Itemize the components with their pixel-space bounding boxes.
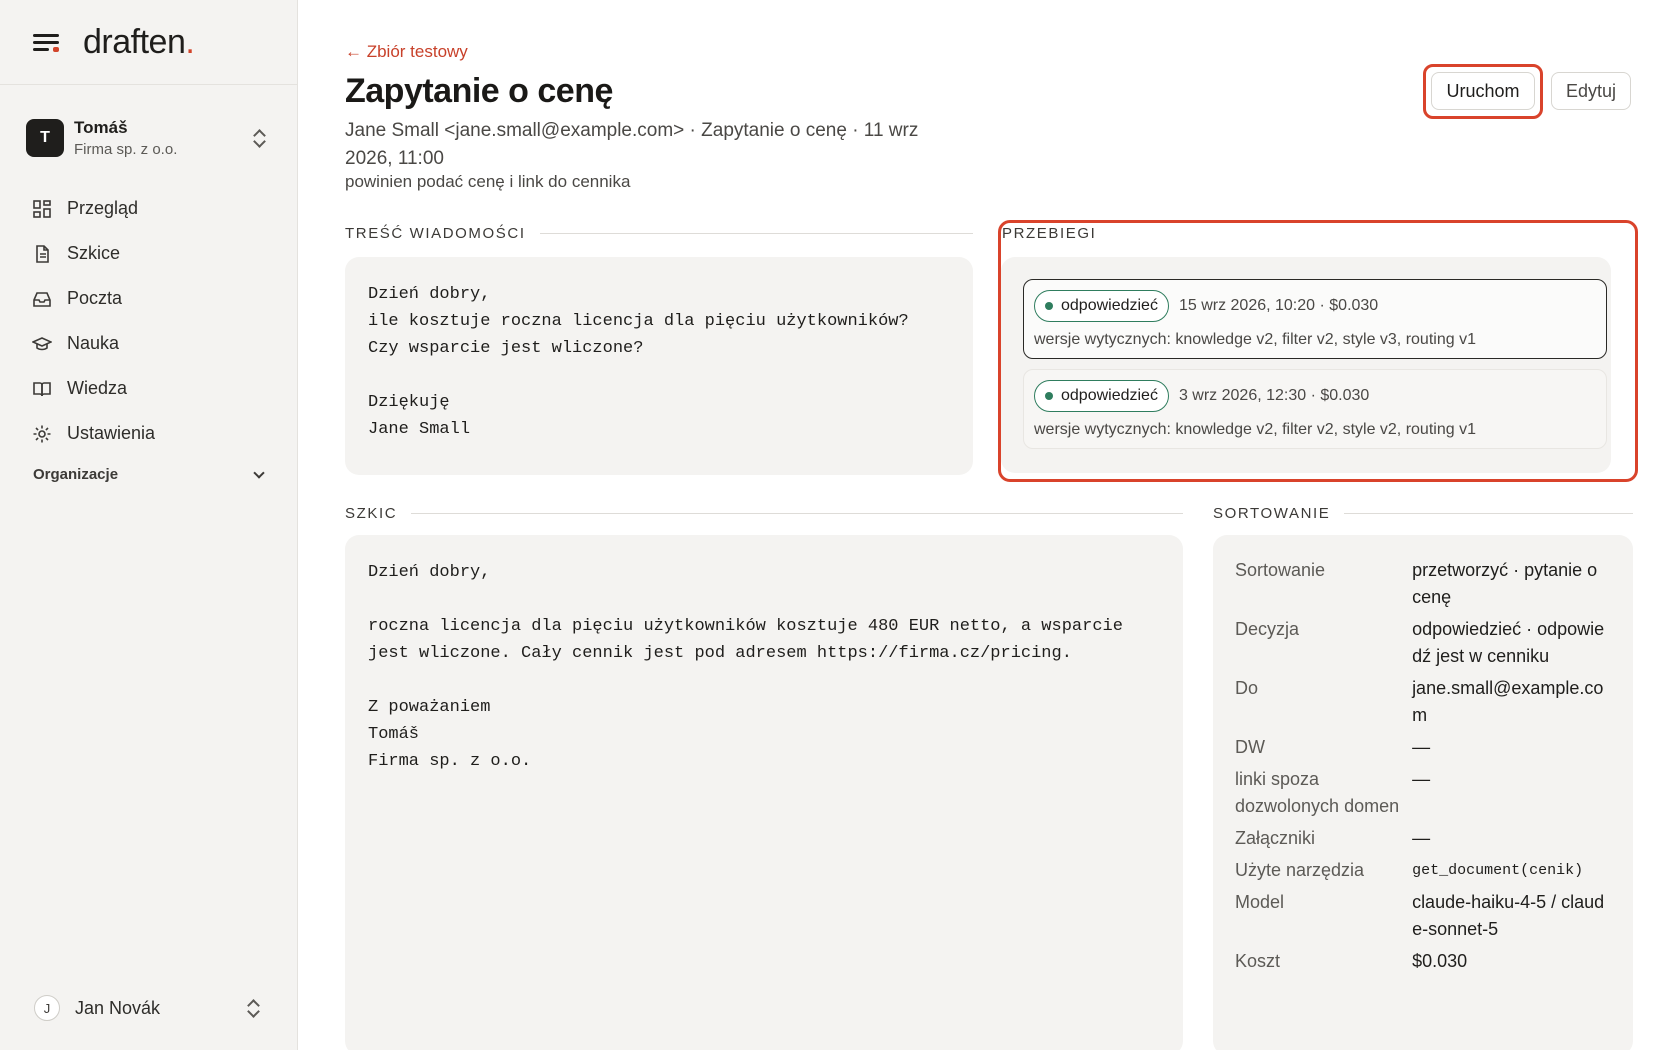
document-icon — [36, 244, 49, 263]
run-button[interactable]: Uruchom — [1431, 72, 1535, 110]
organizations-label: Organizacje — [33, 466, 119, 483]
detail-row: DW — — [1235, 737, 1431, 757]
section-draft-heading: SZKIC — [345, 505, 1183, 522]
inbox-icon — [33, 291, 51, 307]
gear-icon — [33, 425, 51, 442]
sorting-details: Sortowanie przetworzyć · pytanie o cenę D… — [1213, 535, 1633, 1050]
detail-row: Model claude-haiku-4-5 / claude-sonnet-5 — [1235, 892, 1605, 939]
draft-body: Dzień dobry, roczna licencja dla pięciu … — [345, 535, 1183, 1050]
sidebar-item-wiedza[interactable]: Wiedza — [32, 366, 272, 411]
back-link[interactable]: ← Zbiór testowy — [345, 42, 468, 62]
message-body: Dzień dobry, ile kosztuje roczna licencj… — [345, 257, 973, 475]
sidebar-item-label: Ustawienia — [67, 423, 156, 443]
expected-behavior: powinien podać cenę i link do cennika — [345, 172, 631, 191]
org-name: Tomáš — [74, 118, 128, 137]
chevron-up-down-icon — [246, 998, 260, 1018]
menu-icon[interactable] — [33, 32, 59, 52]
page-title: Zapytanie o cenę — [345, 72, 613, 110]
org-switcher[interactable]: T Tomáš Firma sp. z o.o. — [26, 112, 272, 164]
sidebar-item-przeglad[interactable]: Przegląd — [32, 186, 272, 231]
user-switcher[interactable]: J Jan Novák — [34, 995, 266, 1021]
graduation-cap-icon — [32, 336, 52, 350]
app-logo[interactable]: draften. — [83, 23, 195, 62]
detail-row: Koszt $0.030 — [1235, 951, 1468, 971]
runs-highlight — [998, 220, 1638, 482]
org-avatar: T — [26, 119, 64, 157]
sidebar-item-label: Szkice — [67, 243, 121, 263]
sidebar-item-label: Nauka — [67, 333, 120, 353]
sidebar-item-label: Wiedza — [67, 378, 128, 398]
sidebar-item-szkice[interactable]: Szkice — [32, 231, 272, 276]
user-name: Jan Novák — [75, 997, 161, 1018]
grid-icon — [33, 199, 51, 218]
book-icon — [33, 381, 51, 396]
sidebar-item-nauka[interactable]: Nauka — [32, 321, 272, 366]
detail-row: linki spoza dozwolonych domen — — [1235, 769, 1431, 816]
sidebar-item-poczta[interactable]: Poczta — [32, 276, 272, 321]
organizations-section-toggle[interactable]: Organizacje — [33, 466, 267, 483]
sidebar-item-label: Przegląd — [67, 198, 139, 218]
message-meta: Jane Small <jane.small@example.com> · Za… — [345, 120, 919, 169]
logo-row: draften. — [0, 0, 297, 85]
sidebar-item-ustawienia[interactable]: Ustawienia — [32, 411, 272, 456]
detail-row: Sortowanie przetworzyć · pytanie o cenę — [1235, 560, 1598, 607]
detail-row: Użyte narzędzia get_document(cenik) — [1235, 860, 1584, 880]
chevron-down-icon — [253, 466, 265, 479]
chevron-up-down-icon — [252, 128, 266, 148]
detail-row: Decyzja odpowiedzieć · odpowiedź jest w c… — [1235, 619, 1605, 666]
section-sorting-heading: SORTOWANIE — [1213, 505, 1633, 522]
edit-button[interactable]: Edytuj — [1551, 72, 1631, 110]
org-company: Firma sp. z o.o. — [74, 141, 178, 158]
detail-row: Do jane.small@example.com — [1235, 678, 1604, 725]
sidebar-item-label: Poczta — [67, 288, 123, 308]
main-content: ← Zbiór testowy Zapytanie o cenę Jane Sm… — [298, 0, 1680, 1050]
sidebar: draften. T Tomáš Firma sp. z o.o. Przegl… — [0, 0, 298, 1050]
section-message-heading: TREŚĆ WIADOMOŚCI — [345, 225, 973, 242]
user-avatar: J — [34, 995, 60, 1021]
detail-row: Załączniki — — [1235, 828, 1431, 848]
sidebar-nav: Przegląd Szkice Poczta Nauka Wiedza Usta… — [32, 186, 272, 456]
